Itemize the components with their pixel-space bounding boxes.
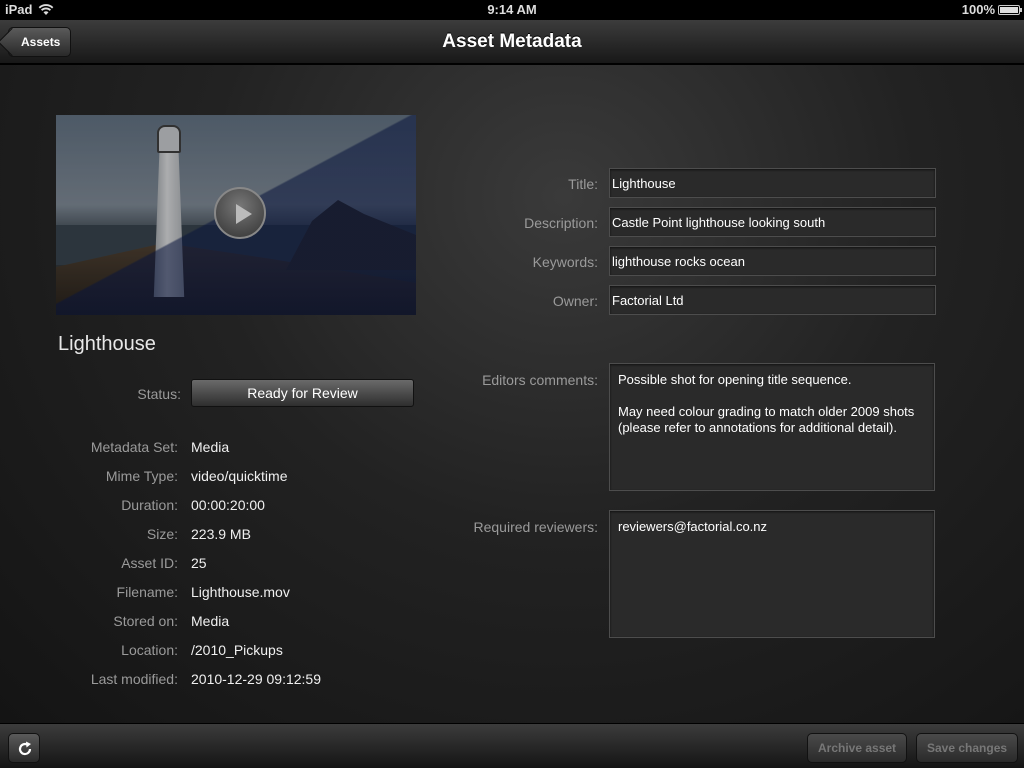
detail-value: Media xyxy=(191,613,230,629)
refresh-icon xyxy=(18,741,32,756)
description-label: Description: xyxy=(524,215,598,231)
detail-value: Lighthouse.mov xyxy=(191,584,290,600)
detail-label: Filename: xyxy=(116,584,178,600)
status-bar: iPad 9:14 AM 100% xyxy=(0,0,1024,20)
detail-label: Asset ID: xyxy=(121,555,178,571)
description-field[interactable] xyxy=(609,207,936,237)
page-title: Asset Metadata xyxy=(442,31,582,52)
keywords-label: Keywords: xyxy=(532,254,598,270)
main-content: Lighthouse Status: Ready for Review Meta… xyxy=(0,65,1024,723)
refresh-button[interactable] xyxy=(8,733,40,763)
keywords-field[interactable] xyxy=(609,246,936,276)
bottom-toolbar: Archive asset Save changes xyxy=(0,723,1024,768)
detail-label: Location: xyxy=(121,642,178,658)
required-reviewers-text: reviewers@factorial.co.nz xyxy=(618,519,768,534)
owner-field[interactable] xyxy=(609,285,936,315)
title-label: Title: xyxy=(568,176,598,192)
back-button-label: Assets xyxy=(21,35,61,49)
status-label: Status: xyxy=(137,386,181,402)
owner-label: Owner: xyxy=(552,293,598,309)
detail-value: /2010_Pickups xyxy=(191,642,283,658)
detail-value: 00:00:20:00 xyxy=(191,497,265,513)
editors-comments-text: Possible shot for opening title sequence… xyxy=(618,372,915,435)
detail-label: Duration: xyxy=(121,497,178,513)
detail-label: Size: xyxy=(146,526,178,542)
navigation-bar: Assets Asset Metadata xyxy=(0,20,1024,64)
detail-value: 25 xyxy=(191,555,207,571)
title-field[interactable] xyxy=(609,168,936,198)
detail-value: Media xyxy=(191,439,230,455)
asset-name: Lighthouse xyxy=(58,333,156,355)
battery-percent: 100% xyxy=(961,2,995,17)
required-reviewers-label: Required reviewers: xyxy=(473,519,599,535)
detail-label: Metadata Set: xyxy=(90,439,178,455)
detail-label: Stored on: xyxy=(113,613,178,629)
editors-comments-label: Editors comments: xyxy=(482,372,598,388)
required-reviewers-field[interactable]: reviewers@factorial.co.nz xyxy=(609,510,935,638)
detail-label: Last modified: xyxy=(90,671,178,687)
detail-value: video/quicktime xyxy=(191,468,288,484)
archive-asset-button[interactable]: Archive asset xyxy=(807,733,908,763)
detail-value: 223.9 MB xyxy=(191,526,251,542)
video-thumbnail[interactable] xyxy=(56,115,416,315)
play-icon[interactable] xyxy=(214,187,266,239)
detail-label: Mime Type: xyxy=(105,468,178,484)
editors-comments-field[interactable]: Possible shot for opening title sequence… xyxy=(609,363,935,491)
clock: 9:14 AM xyxy=(487,2,537,17)
battery-icon xyxy=(998,5,1022,15)
save-changes-button[interactable]: Save changes xyxy=(916,733,1019,763)
detail-value: 2010-12-29 09:12:59 xyxy=(191,671,321,687)
status-button[interactable]: Ready for Review xyxy=(191,379,414,407)
